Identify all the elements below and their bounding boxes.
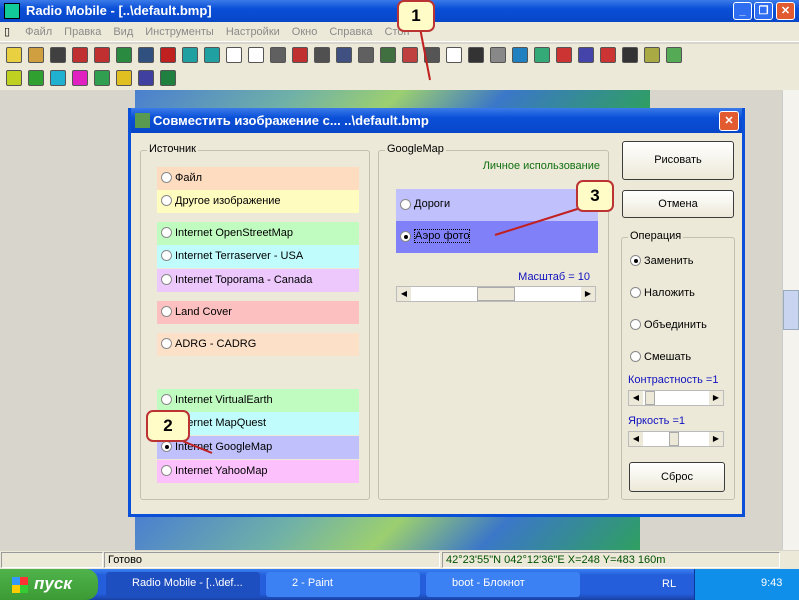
annotation-arrows <box>174 27 591 454</box>
callout-1: 1 <box>397 0 435 32</box>
callout-3-arrow <box>494 204 591 236</box>
callout-3: 3 <box>576 180 614 212</box>
callout-1-arrow <box>419 27 431 81</box>
callout-2: 2 <box>146 410 190 442</box>
